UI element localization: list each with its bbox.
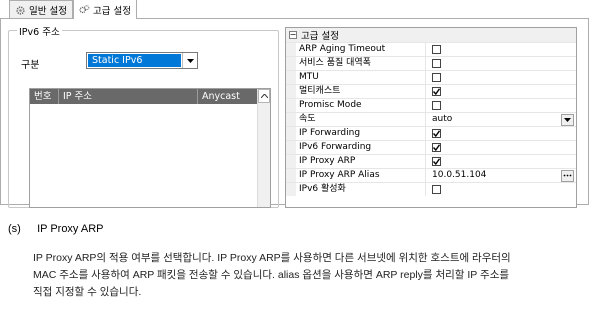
tab-advanced-settings[interactable]: 고급 설정 [72, 0, 137, 19]
row-gutter [286, 141, 296, 154]
section-title: IP Proxy ARP [37, 223, 104, 235]
property-name: 멀티캐스트 [296, 85, 426, 98]
type-label: 구분 [21, 60, 40, 71]
property-value[interactable] [426, 99, 576, 112]
advanced-property-grid: − 고급 설정 ARP Aging Timeout 서비스 품질 대역폭 MTU 멀티… [285, 27, 577, 208]
ipv6-address-group: IPv6 주소 구분 Static IPv6 번호 IP 주소 Anycast [8, 24, 279, 208]
property-row[interactable]: IP Proxy ARP [286, 154, 576, 168]
property-checkbox[interactable] [432, 143, 441, 152]
collapse-icon[interactable]: − [289, 31, 297, 39]
paragraph-line: IP Proxy ARP의 적용 여부를 선택합니다. IP Proxy ARP… [33, 252, 511, 264]
advanced-category-label: 고급 설정 [301, 31, 339, 42]
row-gutter [286, 43, 296, 56]
column-header-number[interactable]: 번호 [30, 89, 59, 104]
property-row[interactable]: IPv6 Forwarding [286, 140, 576, 154]
property-name: 서비스 품질 대역폭 [296, 57, 426, 70]
property-name: IPv6 활성화 [296, 183, 426, 196]
property-row[interactable]: 속도 auto [286, 112, 576, 126]
property-checkbox[interactable] [432, 129, 441, 138]
ellipsis-icon[interactable] [561, 169, 574, 182]
property-name: IPv6 Forwarding [296, 141, 426, 154]
property-value[interactable] [426, 71, 576, 84]
row-gutter [286, 183, 296, 196]
column-header-anycast[interactable]: Anycast [198, 89, 252, 104]
property-value[interactable] [426, 85, 576, 98]
property-checkbox[interactable] [432, 73, 441, 82]
row-gutter [286, 127, 296, 140]
section-paragraph: IP Proxy ARP의 적용 여부를 선택합니다. IP Proxy ARP… [33, 250, 593, 301]
gears-icon [79, 4, 90, 15]
property-name: IP Forwarding [296, 127, 426, 140]
section-heading: (s) IP Proxy ARP [8, 223, 104, 235]
property-value[interactable] [426, 183, 576, 196]
property-value[interactable] [426, 127, 576, 140]
row-gutter [286, 113, 296, 126]
property-row[interactable]: IP Forwarding [286, 126, 576, 140]
property-checkbox[interactable] [432, 157, 441, 166]
ipv6-type-select[interactable]: Static IPv6 [86, 52, 198, 69]
scroll-up-icon[interactable] [258, 89, 270, 103]
property-value[interactable] [426, 155, 576, 168]
property-row[interactable]: 서비스 품질 대역폭 [286, 56, 576, 70]
section-number: (s) [8, 223, 21, 235]
column-header-ip-address[interactable]: IP 주소 [59, 89, 198, 104]
ipv6-group-title: IPv6 주소 [17, 24, 62, 38]
property-row[interactable]: ARP Aging Timeout [286, 42, 576, 56]
property-value[interactable]: auto [426, 113, 576, 126]
documentation-section: (s) IP Proxy ARP IP Proxy ARP의 적용 여부를 선택… [0, 203, 599, 312]
row-gutter [286, 57, 296, 70]
row-gutter [286, 71, 296, 84]
property-value[interactable] [426, 57, 576, 70]
tab-bar: 일반 설정 고급 설정 [9, 0, 137, 19]
list-scrollbar[interactable] [257, 89, 270, 207]
property-row[interactable]: IP Proxy ARP Alias 10.0.51.104 [286, 168, 576, 182]
property-name: IP Proxy ARP Alias [296, 169, 426, 182]
gear-icon [15, 5, 26, 16]
property-row[interactable]: IPv6 활성화 [286, 182, 576, 196]
property-value-text: 10.0.51.104 [432, 170, 487, 180]
ipv6-list-header: 번호 IP 주소 Anycast [30, 89, 270, 104]
property-checkbox[interactable] [432, 101, 441, 110]
property-value[interactable] [426, 43, 576, 56]
property-name: IP Proxy ARP [296, 155, 426, 168]
paragraph-line: 직접 지정할 수 있습니다. [33, 286, 142, 298]
property-name: ARP Aging Timeout [296, 43, 426, 56]
property-value-text: auto [432, 114, 453, 124]
tab-panel: IPv6 주소 구분 Static IPv6 번호 IP 주소 Anycast [0, 18, 589, 208]
row-gutter [286, 169, 296, 182]
ipv6-type-value: Static IPv6 [88, 54, 181, 67]
property-checkbox[interactable] [432, 87, 441, 96]
property-name: Promisc Mode [296, 99, 426, 112]
property-row[interactable]: 멀티캐스트 [286, 84, 576, 98]
property-checkbox[interactable] [432, 45, 441, 54]
ipv6-address-list[interactable]: 번호 IP 주소 Anycast [29, 88, 271, 208]
row-gutter [286, 99, 296, 112]
property-rows: ARP Aging Timeout 서비스 품질 대역폭 MTU 멀티캐스트 Promi… [286, 42, 576, 196]
property-name: MTU [296, 71, 426, 84]
paragraph-line: MAC 주소를 사용하여 ARP 패킷을 전송할 수 있습니다. alias 옵… [33, 269, 510, 281]
tab-advanced-label: 고급 설정 [92, 5, 131, 17]
property-row[interactable]: MTU [286, 70, 576, 84]
advanced-category-header[interactable]: − 고급 설정 [286, 28, 576, 42]
tab-general-settings[interactable]: 일반 설정 [9, 0, 73, 19]
property-checkbox[interactable] [432, 59, 441, 68]
property-name: 속도 [296, 113, 426, 126]
chevron-down-icon[interactable] [182, 53, 197, 68]
property-checkbox[interactable] [432, 185, 441, 194]
property-row[interactable]: Promisc Mode [286, 98, 576, 112]
property-value[interactable]: 10.0.51.104 [426, 169, 576, 182]
row-gutter [286, 85, 296, 98]
chevron-down-icon[interactable] [561, 113, 574, 126]
property-value[interactable] [426, 141, 576, 154]
tab-general-label: 일반 설정 [29, 6, 67, 17]
row-gutter [286, 155, 296, 168]
settings-dialog: 일반 설정 고급 설정 IPv6 주소 구분 Static IPv6 번호 IP… [0, 0, 599, 208]
